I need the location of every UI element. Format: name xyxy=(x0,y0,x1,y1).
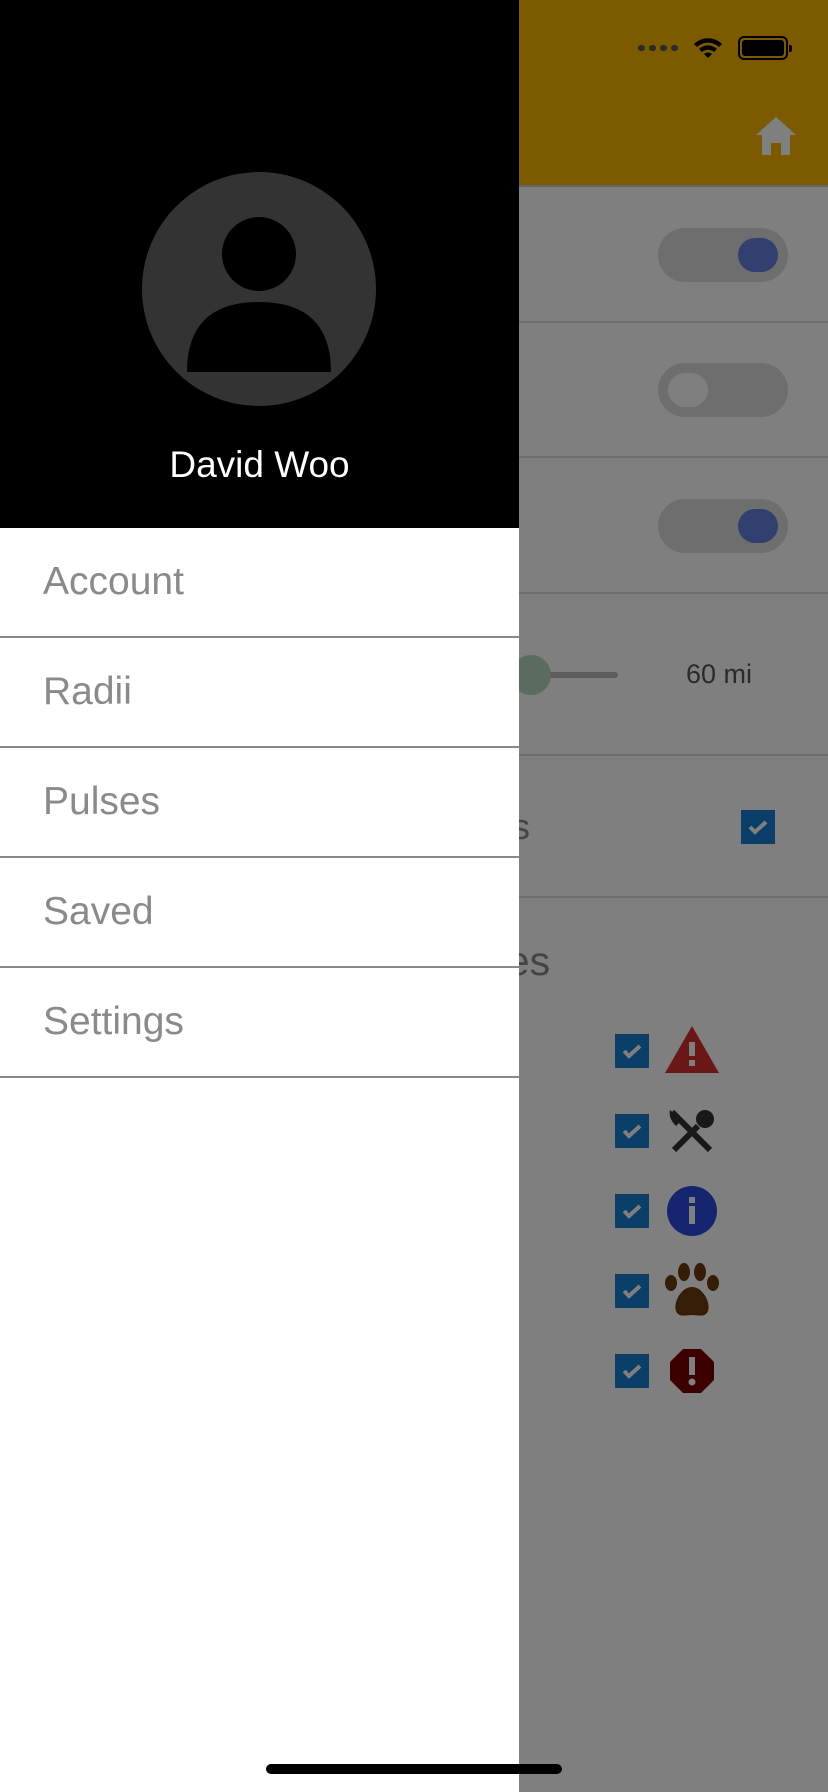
menu-item-pulses[interactable]: Pulses xyxy=(0,748,519,858)
menu-item-account[interactable]: Account xyxy=(0,528,519,638)
menu-item-saved[interactable]: Saved xyxy=(0,858,519,968)
menu-item-radii[interactable]: Radii xyxy=(0,638,519,748)
drawer-menu: Account Radii Pulses Saved Settings xyxy=(0,528,519,1078)
menu-item-settings[interactable]: Settings xyxy=(0,968,519,1078)
drawer-header: David Woo xyxy=(0,0,519,528)
user-icon xyxy=(187,217,331,372)
side-drawer: David Woo Account Radii Pulses Saved Set… xyxy=(0,0,519,1792)
user-name: David Woo xyxy=(169,444,350,485)
avatar[interactable] xyxy=(142,172,376,406)
home-indicator[interactable] xyxy=(266,1764,562,1774)
